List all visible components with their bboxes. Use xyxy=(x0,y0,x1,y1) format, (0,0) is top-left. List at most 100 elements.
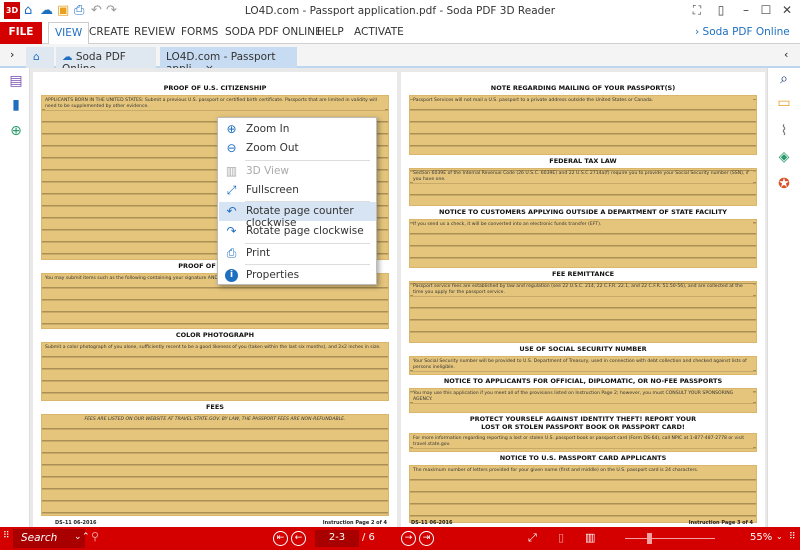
menu-item-zoom-out[interactable]: ⊖ Zoom Out xyxy=(219,139,376,158)
grip-icon: ⠿ xyxy=(789,532,796,542)
section-body: FEES ARE LISTED ON OUR WEBSITE AT TRAVEL… xyxy=(41,414,389,516)
menu-item-zoom-in[interactable]: ⊕ Zoom In xyxy=(219,120,376,139)
context-menu: ⊕ Zoom In ⊖ Zoom Out ▥ 3D View ⤢ Fullscreen … xyxy=(217,117,377,285)
3d-view-icon: ▥ xyxy=(225,164,238,178)
section-body: Submit a color photograph of you alone, … xyxy=(41,342,389,401)
search-icon[interactable]: ⚲ xyxy=(91,530,99,543)
menu-item-fullscreen[interactable]: ⤢ Fullscreen xyxy=(219,181,376,200)
two-page-icon[interactable]: ▥ xyxy=(585,531,595,544)
zoom-slider[interactable] xyxy=(625,538,715,539)
home-tab[interactable]: ⌂ xyxy=(26,47,54,68)
tab-soda-pdf-online[interactable]: ☁ Soda PDF Online xyxy=(56,47,156,75)
right-sidebar: ⌕ ▭ ⌇ ◈ ✪ xyxy=(767,68,800,527)
fit-page-icon[interactable]: ⤢ xyxy=(528,531,537,545)
print-icon: ⎙ xyxy=(226,246,237,260)
ribbon-menu: FILE VIEW CREATE REVIEW FORMS SODA PDF O… xyxy=(0,22,800,45)
section-heading: COLOR PHOTOGRAPH xyxy=(175,331,255,339)
info-icon: i xyxy=(225,269,238,282)
thumbnails-icon[interactable]: ▤ xyxy=(7,72,25,90)
section-body: For more information regarding reporting… xyxy=(409,433,757,452)
document-tabs: › ⌂ ☁ Soda PDF Online LO4D.com - Passpor… xyxy=(0,44,800,75)
search-prev-icon[interactable]: ⌃ xyxy=(82,532,90,542)
section-heading: PROTECT YOURSELF AGAINST IDENTITY THEFT!… xyxy=(469,415,697,431)
title-bar: 3D ⌂ ☁ ▣ ⎙ ↶ ↷ LO4D.com - Passport appli… xyxy=(0,0,800,22)
certificate-icon[interactable]: ✪ xyxy=(775,175,793,193)
menu-item-label: Zoom In xyxy=(246,123,290,135)
menu-item-rotate-clockwise[interactable]: ↷ Rotate page clockwise xyxy=(219,222,376,241)
menu-item-label: Print xyxy=(246,247,271,259)
home-icon: ⌂ xyxy=(33,51,40,63)
section-body: Passport service fees are established by… xyxy=(409,281,757,343)
status-bar: ⠿ Search ⌄ ⌃ ⚲ ⇤ ← 2-3 / 6 → ⇥ ⤢ ▯ ▥ 55%… xyxy=(0,527,800,550)
menu-divider xyxy=(245,264,370,265)
find-icon[interactable]: ⌕ xyxy=(775,70,793,88)
section-heading: NOTICE TO U.S. PASSPORT CARD APPLICANTS xyxy=(499,454,667,462)
previous-page-button[interactable]: ← xyxy=(291,531,306,546)
layers-icon[interactable]: ◈ xyxy=(775,148,793,166)
rotate-cw-icon: ↷ xyxy=(226,224,237,238)
maximize-button[interactable]: ☐ xyxy=(757,3,775,17)
close-button[interactable]: ✕ xyxy=(778,3,796,17)
tab-passport-application[interactable]: LO4D.com - Passport appli... × xyxy=(160,47,297,75)
page-footer-number: Instruction Page 3 of 4 xyxy=(688,520,753,526)
section-body: If you send us a check, it will be conve… xyxy=(409,219,757,268)
expand-right-panel-icon[interactable]: ‹ xyxy=(784,48,788,61)
section-body: Passport Services will not mail a U.S. p… xyxy=(409,95,757,155)
links-icon[interactable]: ⊕ xyxy=(7,122,25,140)
zoom-dropdown-icon[interactable]: ⌄ xyxy=(776,532,783,541)
next-page-button[interactable]: → xyxy=(401,531,416,546)
expand-left-panel-icon[interactable]: › xyxy=(10,48,14,61)
menu-item-rotate-counter-clockwise[interactable]: ↶ Rotate page counter clockwise xyxy=(219,202,376,229)
page-3: NOTE REGARDING MAILING OF YOUR PASSPORT(… xyxy=(401,72,765,527)
file-menu[interactable]: FILE xyxy=(0,22,42,44)
menu-item-label: Properties xyxy=(246,269,300,281)
bookmarks-icon[interactable]: ▮ xyxy=(7,96,25,114)
document-viewer[interactable]: PROOF OF U.S. CITIZENSHIP APPLICANTS BOR… xyxy=(30,68,767,527)
menu-item-3d-view: ▥ 3D View xyxy=(219,162,376,181)
menu-help[interactable]: HELP xyxy=(317,26,344,38)
menu-item-label: Zoom Out xyxy=(246,142,299,154)
page-footer-number: Instruction Page 2 of 4 xyxy=(322,520,387,526)
page-number-input[interactable]: 2-3 xyxy=(315,530,359,547)
section-body: The maximum number of letters provided f… xyxy=(409,465,757,523)
menu-item-label: Fullscreen xyxy=(246,184,299,196)
section-heading: NOTE REGARDING MAILING OF YOUR PASSPORT(… xyxy=(490,84,676,92)
search-placeholder: Search xyxy=(21,532,58,544)
online-link-label: Soda PDF Online xyxy=(702,26,790,38)
menu-view[interactable]: VIEW xyxy=(48,22,90,45)
section-body: Section 6039E of the Internal Revenue Co… xyxy=(409,168,757,206)
zoom-out-icon: ⊖ xyxy=(226,141,237,155)
fullscreen-icon[interactable]: ⛶ xyxy=(688,3,706,18)
single-page-icon[interactable]: ▯ xyxy=(558,531,564,544)
left-sidebar: ▤ ▮ ⊕ xyxy=(0,68,30,527)
section-heading: FEE REMITTANCE xyxy=(551,270,615,278)
page-footer-form: DS-11 06-2016 xyxy=(411,520,453,526)
section-heading: FEDERAL TAX LAW xyxy=(549,157,617,165)
section-heading: PROOF OF U.S. CITIZENSHIP xyxy=(163,84,267,92)
section-heading: FEES xyxy=(205,403,224,411)
menu-divider xyxy=(245,160,370,161)
page-footer-form: DS-11 06-2016 xyxy=(55,520,97,526)
menu-forms[interactable]: FORMS xyxy=(181,26,218,38)
menu-item-label: Rotate page clockwise xyxy=(246,225,364,237)
rotate-ccw-icon: ↶ xyxy=(226,204,237,218)
zoom-in-icon: ⊕ xyxy=(226,122,237,136)
zoom-level[interactable]: 55% xyxy=(750,532,772,543)
fullscreen-icon: ⤢ xyxy=(226,183,237,197)
restore-icon[interactable]: ▯ xyxy=(712,3,730,17)
search-next-icon[interactable]: ⌄ xyxy=(74,532,82,542)
menu-soda-pdf-online[interactable]: SODA PDF ONLINE xyxy=(225,26,322,38)
menu-item-print[interactable]: ⎙ Print xyxy=(219,244,376,263)
minimize-button[interactable]: – xyxy=(737,3,755,17)
menu-item-label: 3D View xyxy=(246,165,290,177)
last-page-button[interactable]: ⇥ xyxy=(419,531,434,546)
menu-create[interactable]: CREATE xyxy=(89,26,130,38)
comments-icon[interactable]: ▭ xyxy=(775,94,793,112)
menu-activate[interactable]: ACTIVATE xyxy=(354,26,404,38)
zoom-slider-handle[interactable] xyxy=(647,533,652,544)
menu-item-properties[interactable]: i Properties xyxy=(219,266,376,285)
attachments-icon[interactable]: ⌇ xyxy=(775,122,793,140)
soda-pdf-online-link[interactable]: › Soda PDF Online xyxy=(695,26,790,38)
menu-review[interactable]: REVIEW xyxy=(134,26,175,38)
first-page-button[interactable]: ⇤ xyxy=(273,531,288,546)
